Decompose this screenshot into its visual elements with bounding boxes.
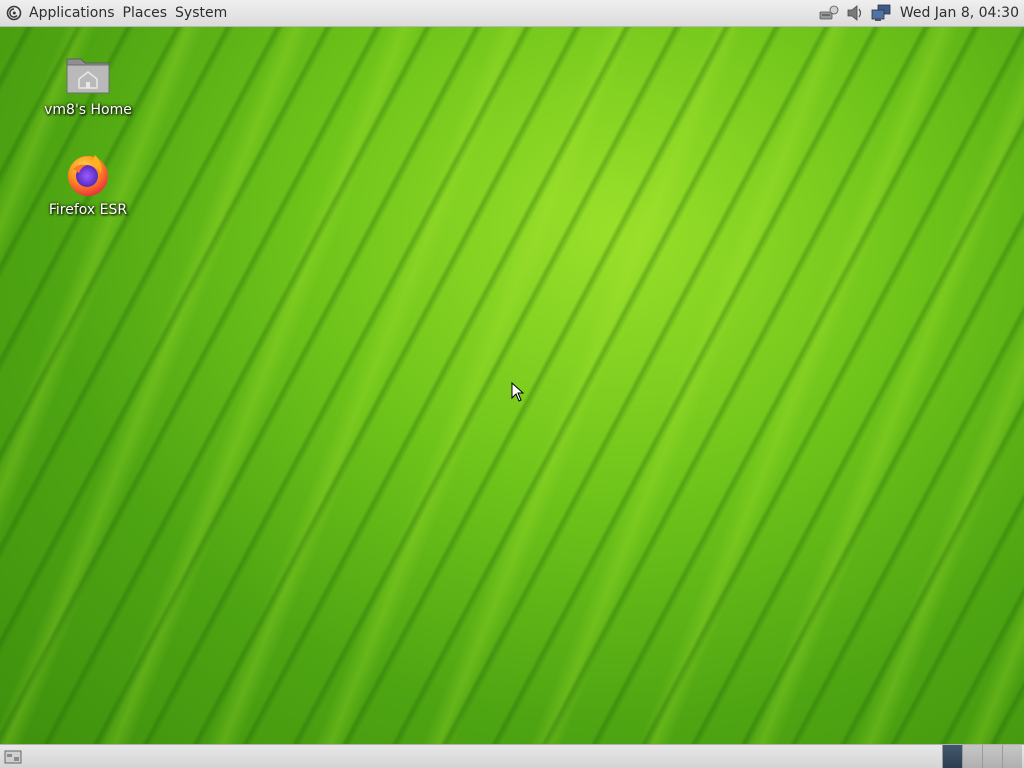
desktop-icon-firefox[interactable]: Firefox ESR [40,150,136,218]
workspace-1[interactable] [942,745,962,768]
debian-logo-icon[interactable] [5,4,23,22]
workspace-2[interactable] [962,745,982,768]
firefox-icon [64,150,112,198]
desktop: Applications Places System Wed Jan 8, 04… [0,0,1024,768]
network-wired-icon[interactable] [818,3,840,23]
home-folder-icon [64,50,112,98]
applications-menu[interactable]: Applications [25,0,119,26]
mouse-pointer-icon [511,382,525,402]
places-menu[interactable]: Places [119,0,172,26]
bottom-panel [0,744,1024,768]
desktop-icon-label: Firefox ESR [48,202,128,218]
desktop-icon-home[interactable]: vm8's Home [40,50,136,118]
workspace-4[interactable] [1002,745,1022,768]
show-desktop-icon[interactable] [3,748,23,766]
desktop-icon-label: vm8's Home [44,102,132,118]
workspace-switcher [942,745,1022,768]
system-tray: Wed Jan 8, 04:30 [816,0,1024,26]
system-menu[interactable]: System [171,0,231,26]
clock[interactable]: Wed Jan 8, 04:30 [894,5,1024,21]
workspace-3[interactable] [982,745,1002,768]
main-menu: Applications Places System [0,0,231,26]
display-network-icon[interactable] [870,3,892,23]
top-panel: Applications Places System Wed Jan 8, 04… [0,0,1024,27]
volume-icon[interactable] [844,3,866,23]
